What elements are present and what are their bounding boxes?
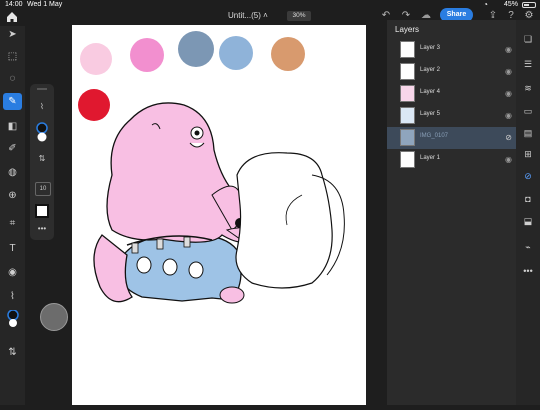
- properties-icon[interactable]: ≋: [521, 81, 535, 95]
- document-title[interactable]: Untit...(5) ˄: [228, 11, 268, 20]
- eye-icon[interactable]: ◉: [505, 155, 512, 164]
- zoom-level[interactable]: 30%: [287, 11, 311, 21]
- fg-bg-color-icon: [6, 309, 19, 327]
- pouch-2: [162, 258, 178, 276]
- palette-swatch-pink: [130, 38, 164, 72]
- mask-icon[interactable]: ◘: [521, 192, 535, 206]
- comments-icon[interactable]: ▭: [521, 104, 535, 118]
- brush-tool-icon[interactable]: ✎: [3, 93, 22, 110]
- left-toolbar: ➤ ⬚ ◌ ✎ ◧ ✐ ◍ ⊕ ⌗ T ◉ ⌇ ⇅: [0, 26, 25, 405]
- text-tool-icon[interactable]: T: [3, 240, 22, 257]
- white-bag-outline: [235, 152, 333, 289]
- layers-icon[interactable]: ❏: [521, 32, 535, 46]
- transform-tool-icon[interactable]: ⬚: [3, 48, 22, 65]
- layer-thumbnail: [400, 129, 415, 146]
- layers-panel: Layers Layer 3 ◉ Layer 2 ◉ Layer 4 ◉ Lay…: [387, 20, 516, 405]
- eye-icon[interactable]: ◉: [505, 45, 512, 54]
- pouch-1: [136, 256, 152, 274]
- palette-swatch-red: [78, 89, 110, 121]
- palette-swatch-slate-blue: [178, 31, 214, 67]
- layer-row[interactable]: Layer 2 ◉: [387, 61, 516, 83]
- adjust-tool-icon[interactable]: ◉: [3, 264, 22, 281]
- layer-name: Layer 1: [420, 155, 441, 161]
- brush-size-field[interactable]: 10: [35, 182, 51, 196]
- eyedropper-tool-icon[interactable]: ⌇: [3, 288, 22, 305]
- eye-icon[interactable]: ◉: [505, 111, 512, 120]
- right-toolbar: ❏ ☰ ≋ ▭ ▤ ⊞ ⊘ ◘ ⬓ ⌁ •••: [516, 20, 540, 405]
- layer-properties-icon[interactable]: ▤: [521, 126, 535, 140]
- palette-swatch-tan: [271, 37, 305, 71]
- layer-row[interactable]: Layer 1 ◉: [387, 149, 516, 171]
- pouch-3: [188, 261, 204, 279]
- brush-options-panel: ⌇ ⇅ 10 •••: [30, 84, 54, 240]
- home-icon[interactable]: [5, 10, 19, 24]
- clip-icon[interactable]: ⬓: [521, 214, 535, 228]
- layer-row[interactable]: Layer 5 ◉: [387, 105, 516, 127]
- swap-colors-icon[interactable]: ⇅: [3, 344, 22, 361]
- layer-row[interactable]: Layer 4 ◉: [387, 83, 516, 105]
- crop-tool-icon[interactable]: ⌗: [3, 215, 22, 232]
- fx-icon[interactable]: ⌁: [521, 240, 535, 254]
- more-icon[interactable]: •••: [30, 224, 54, 233]
- pink-foot: [219, 286, 245, 304]
- fg-bg-swatch-icon: [36, 122, 48, 142]
- canvas-artwork: [78, 31, 345, 304]
- drawing-canvas[interactable]: [72, 25, 366, 405]
- eye-icon[interactable]: ◉: [505, 67, 512, 76]
- eye-hidden-icon[interactable]: ⊘: [505, 133, 512, 142]
- pencil-tool-icon[interactable]: ✐: [3, 140, 22, 157]
- fill-tool-icon[interactable]: ◍: [3, 164, 22, 181]
- layer-thumbnail: [400, 85, 415, 102]
- more-options-icon[interactable]: •••: [521, 264, 535, 278]
- panel-handle[interactable]: [37, 88, 47, 90]
- visibility-icon[interactable]: ⊘: [521, 169, 535, 183]
- clone-tool-icon[interactable]: ⊕: [3, 187, 22, 204]
- layer-row[interactable]: Layer 3 ◉: [387, 39, 516, 61]
- layer-name: Layer 4: [420, 89, 441, 95]
- color-picker-icon[interactable]: [30, 122, 54, 146]
- layer-name: Layer 2: [420, 67, 441, 73]
- lasso-tool-icon[interactable]: ◌: [3, 70, 22, 87]
- layer-name: IMG_0107: [420, 133, 449, 139]
- brush-size-preview[interactable]: [40, 303, 68, 331]
- eraser-tool-icon[interactable]: ◧: [3, 118, 22, 135]
- layer-thumbnail: [400, 107, 415, 124]
- add-layer-icon[interactable]: ⊞: [521, 147, 535, 161]
- palette-swatch-light-blue: [219, 36, 253, 70]
- color-swatch-icon[interactable]: [3, 309, 22, 327]
- eye-icon[interactable]: ◉: [505, 89, 512, 98]
- swap-icon[interactable]: ⇅: [30, 154, 54, 163]
- layer-name: Layer 5: [420, 111, 441, 117]
- palette-swatch-light-pink: [80, 43, 112, 75]
- adjustments-icon[interactable]: ☰: [521, 57, 535, 71]
- layer-row-selected[interactable]: IMG_0107 ⊘: [387, 127, 516, 149]
- eyedropper-icon[interactable]: ⌇: [30, 102, 54, 111]
- layer-thumbnail: [400, 63, 415, 80]
- brush-color-swatch[interactable]: [35, 204, 49, 218]
- move-tool-icon[interactable]: ➤: [3, 26, 22, 43]
- layer-name: Layer 3: [420, 45, 441, 51]
- layers-title: Layers: [395, 25, 420, 34]
- layer-thumbnail: [400, 41, 415, 58]
- layer-thumbnail: [400, 151, 415, 168]
